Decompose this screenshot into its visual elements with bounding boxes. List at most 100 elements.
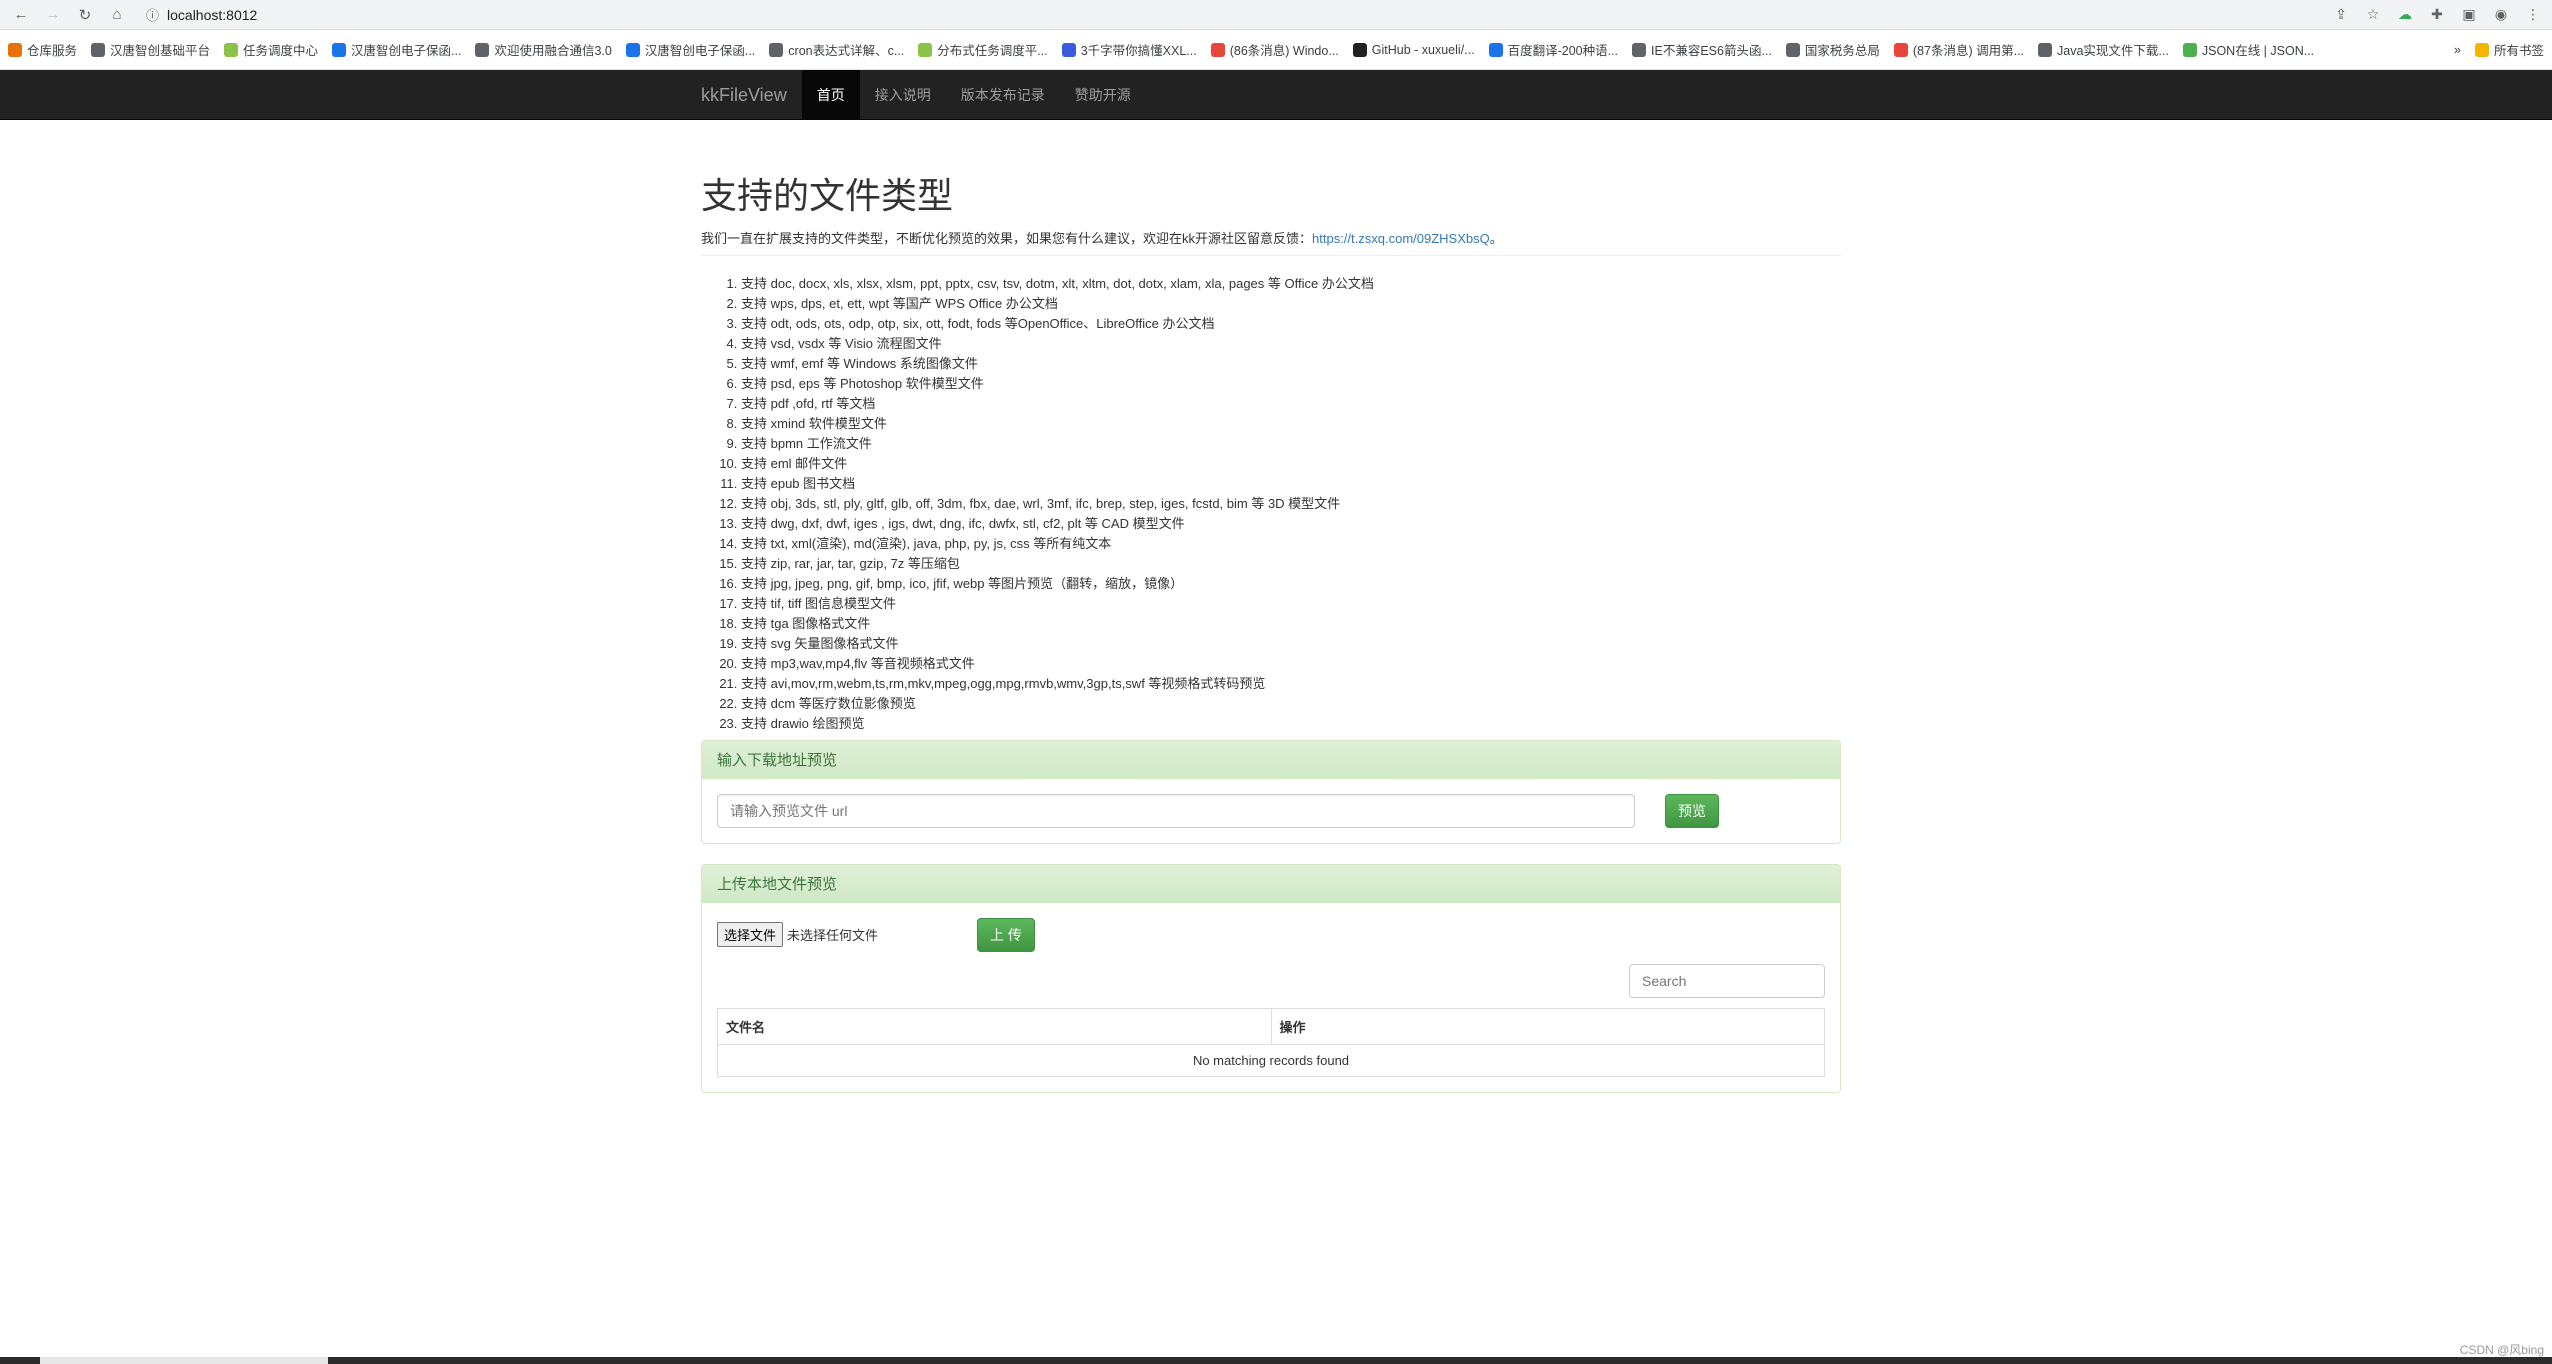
- bookmark-item[interactable]: 3千字带你搞懂XXL...: [1061, 40, 1197, 59]
- bookmark-label: 百度翻译-200种语...: [1507, 44, 1619, 58]
- table-row: No matching records found: [717, 1043, 1825, 1077]
- back-icon[interactable]: ←: [8, 2, 34, 28]
- extensions-icon[interactable]: ✚: [2426, 6, 2448, 23]
- bookmark-favicon-icon: [475, 42, 490, 57]
- nav-item-1[interactable]: 接入说明: [860, 70, 946, 120]
- bookmark-favicon-icon: [1061, 42, 1076, 57]
- list-item: 支持 dwg, dxf, dwf, iges , igs, dwt, dng, …: [741, 514, 1841, 534]
- intro-text: 我们一直在扩展支持的文件类型，不断优化预览的效果，如果您有什么建议，欢迎在kk开…: [701, 228, 1841, 247]
- preview-button[interactable]: 预览: [1665, 793, 1719, 828]
- nav-item-2[interactable]: 版本发布记录: [946, 70, 1060, 120]
- url-panel-title: 输入下载地址预览: [702, 740, 1840, 779]
- bookmark-label: 分布式任务调度平...: [937, 44, 1048, 58]
- bookmark-item[interactable]: 国家税务总局: [1785, 40, 1880, 59]
- watermark-text: CSDN @风bing: [2459, 1343, 2544, 1357]
- bookmark-item[interactable]: 百度翻译-200种语...: [1488, 40, 1619, 59]
- nav-item-3[interactable]: 赞助开源: [1060, 70, 1146, 120]
- bookmark-item[interactable]: cron表达式详解、c...: [769, 40, 904, 59]
- list-item: 支持 tga 图像格式文件: [741, 614, 1841, 634]
- main-container: 支持的文件类型 我们一直在扩展支持的文件类型，不断优化预览的效果，如果您有什么建…: [701, 176, 1841, 1093]
- list-item: 支持 bpmn 工作流文件: [741, 434, 1841, 454]
- star-icon[interactable]: ☆: [2362, 6, 2384, 23]
- bookmark-label: 欢迎使用融合通信3.0: [494, 44, 612, 58]
- choose-file-button[interactable]: 选择文件: [717, 922, 784, 948]
- column-filename[interactable]: 文件名: [717, 1007, 1272, 1045]
- bookmark-item[interactable]: JSON在线 | JSON...: [2182, 40, 2315, 59]
- list-item: 支持 pdf ,ofd, rtf 等文档: [741, 394, 1841, 414]
- forward-icon[interactable]: →: [40, 2, 66, 28]
- bookmark-favicon-icon: [769, 42, 784, 57]
- list-item: 支持 eml 邮件文件: [741, 454, 1841, 474]
- bookmark-item[interactable]: (87条消息) 调用第...: [1893, 40, 2025, 59]
- list-item: 支持 tif, tiff 图信息模型文件: [741, 594, 1841, 614]
- bookmarks-bar: 仓库服务 汉唐智创基础平台 任务调度中心 汉唐智创电子保函... 欢迎使用融合通信3.0…: [0, 30, 2552, 70]
- address-text[interactable]: localhost:8012: [167, 7, 257, 23]
- bookmark-item[interactable]: 汉唐智创电子保函...: [332, 40, 461, 59]
- bookmark-favicon-icon: [1488, 42, 1503, 57]
- file-type-list: 支持 doc, docx, xls, xlsx, xlsm, ppt, pptx…: [701, 274, 1841, 734]
- reload-icon[interactable]: ↻: [72, 2, 98, 28]
- sidepanel-icon[interactable]: ▣: [2458, 6, 2480, 23]
- home-icon[interactable]: ⌂: [104, 2, 130, 28]
- upload-panel-title: 上传本地文件预览: [702, 864, 1840, 903]
- bookmark-label: (87条消息) 调用第...: [1912, 44, 2025, 58]
- taskbar-strip: [0, 1357, 2552, 1364]
- bookmarks-more-icon[interactable]: »: [2454, 43, 2461, 57]
- address-bar[interactable]: ⓘ localhost:8012: [136, 3, 2324, 27]
- bookmark-item[interactable]: Java实现文件下载...: [2038, 40, 2169, 59]
- bookmark-item[interactable]: 仓库服务: [8, 40, 77, 59]
- bookmark-label: 汉唐智创电子保函...: [351, 44, 462, 58]
- bookmark-favicon-icon: [2182, 42, 2197, 57]
- upload-button[interactable]: 上 传: [977, 917, 1035, 952]
- bookmark-item[interactable]: IE不兼容ES6箭头函...: [1632, 40, 1772, 59]
- all-bookmarks-label: 所有书签: [2493, 44, 2544, 58]
- empty-message: No matching records found: [717, 1043, 1825, 1077]
- upload-panel: 上传本地文件预览 选择文件 未选择任何文件 上 传 文件名 操作: [701, 863, 1841, 1093]
- bookmark-item[interactable]: (86条消息) Windo...: [1210, 40, 1339, 59]
- bookmark-item[interactable]: GitHub - xuxueli/...: [1352, 42, 1475, 57]
- scrollbar-thumb[interactable]: [40, 1357, 328, 1364]
- nav-item-0[interactable]: 首页: [801, 70, 860, 120]
- list-item: 支持 svg 矢量图像格式文件: [741, 634, 1841, 654]
- preview-url-input[interactable]: [717, 793, 1635, 828]
- bookmark-item[interactable]: 汉唐智创电子保函...: [625, 40, 755, 59]
- bookmark-label: 任务调度中心: [243, 44, 319, 58]
- bookmark-favicon-icon: [918, 42, 933, 57]
- bookmark-item[interactable]: 任务调度中心: [224, 40, 318, 59]
- browser-toolbar: ← → ↻ ⌂ ⓘ localhost:8012 ⇪ ☆ ☁ ✚ ▣ ◉ ⋮: [0, 0, 2552, 30]
- bookmarks-end: » 所有书签: [2454, 40, 2544, 59]
- url-preview-panel: 输入下载地址预览 预览: [701, 739, 1841, 844]
- bookmark-favicon-icon: [625, 42, 640, 57]
- browser-actions: ⇪ ☆ ☁ ✚ ▣ ◉ ⋮: [2330, 6, 2544, 23]
- all-bookmarks-folder[interactable]: 所有书签: [2474, 40, 2544, 59]
- bookmark-item[interactable]: 欢迎使用融合通信3.0: [475, 40, 612, 59]
- bookmark-label: 国家税务总局: [1804, 44, 1880, 58]
- menu-icon[interactable]: ⋮: [2522, 6, 2544, 23]
- bookmark-favicon-icon: [1210, 42, 1225, 57]
- list-item: 支持 psd, eps 等 Photoshop 软件模型文件: [741, 374, 1841, 394]
- list-item: 支持 mp3,wav,mp4,flv 等音视频格式文件: [741, 654, 1841, 674]
- profile-icon[interactable]: ◉: [2490, 6, 2512, 23]
- file-search-input[interactable]: [1629, 963, 1825, 998]
- bookmark-label: 3千字带你搞懂XXL...: [1080, 44, 1197, 58]
- brand-link[interactable]: kkFileView: [701, 70, 802, 120]
- share-icon[interactable]: ⇪: [2330, 6, 2352, 23]
- intro-end: 。: [1489, 230, 1503, 246]
- bookmark-item[interactable]: 分布式任务调度平...: [918, 40, 1048, 59]
- list-item: 支持 obj, 3ds, stl, ply, gltf, glb, off, 3…: [741, 494, 1841, 514]
- list-item: 支持 xmind 软件模型文件: [741, 414, 1841, 434]
- extension-cloud-icon[interactable]: ☁: [2394, 6, 2416, 23]
- list-item: 支持 txt, xml(渲染), md(渲染), java, php, py, …: [741, 534, 1841, 554]
- bookmark-label: JSON在线 | JSON...: [2201, 44, 2315, 58]
- table-header-row: 文件名 操作: [717, 1007, 1825, 1045]
- bookmark-label: IE不兼容ES6箭头函...: [1651, 44, 1772, 58]
- community-link[interactable]: https://t.zsxq.com/09ZHSXbsQ: [1312, 231, 1490, 246]
- bookmark-label: 仓库服务: [27, 44, 78, 58]
- column-actions[interactable]: 操作: [1270, 1007, 1825, 1045]
- bookmark-item[interactable]: 汉唐智创基础平台: [91, 40, 210, 59]
- bookmark-favicon-icon: [1785, 42, 1800, 57]
- list-item: 支持 jpg, jpeg, png, gif, bmp, ico, jfif, …: [741, 574, 1841, 594]
- info-icon[interactable]: ⓘ: [146, 5, 159, 24]
- list-item: 支持 zip, rar, jar, tar, gzip, 7z 等压缩包: [741, 554, 1841, 574]
- file-table: 文件名 操作 No matching records found: [717, 1007, 1825, 1077]
